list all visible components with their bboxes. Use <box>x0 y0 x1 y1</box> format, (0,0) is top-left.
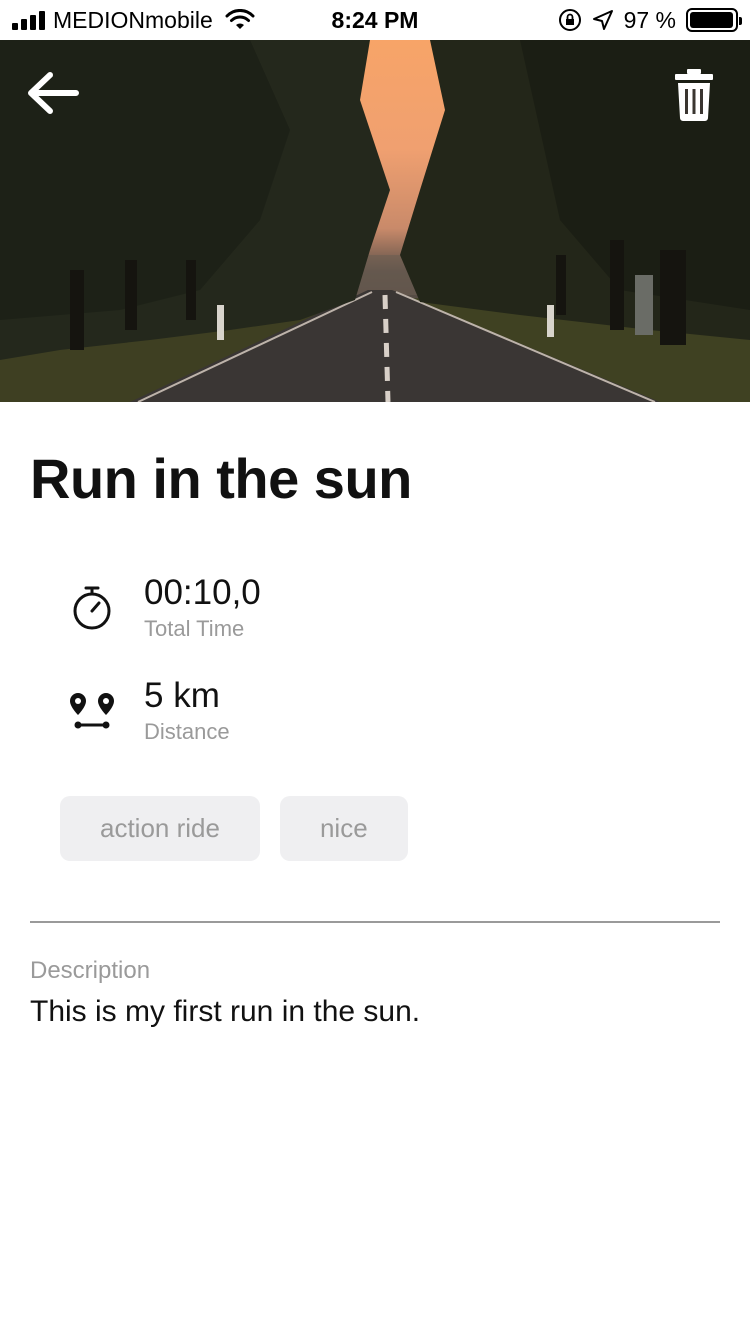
tag-chip[interactable]: action ride <box>60 796 260 861</box>
description-label: Description <box>30 957 151 984</box>
carrier-name: MEDIONmobile <box>53 6 213 33</box>
description-text: This is my first run in the sun. <box>30 995 421 1028</box>
battery-percentage: 97 % <box>623 6 676 33</box>
tag-list: action ride nice <box>60 796 408 861</box>
delete-button[interactable] <box>674 68 720 124</box>
total-time-value: 00:10,0 <box>144 573 261 612</box>
route-pins-icon <box>64 683 120 739</box>
road-sunset-illustration <box>0 40 750 402</box>
total-time-label: Total Time <box>144 616 245 641</box>
location-arrow-icon <box>592 10 613 30</box>
orientation-lock-icon <box>558 9 581 31</box>
wifi-icon <box>225 9 255 29</box>
trash-icon <box>675 69 713 121</box>
stopwatch-icon <box>64 580 120 636</box>
section-divider <box>30 921 720 923</box>
distance-value: 5 km <box>144 676 220 715</box>
status-bar: MEDIONmobile 8:24 PM 97 % <box>0 0 750 40</box>
arrow-left-icon <box>28 72 79 114</box>
stat-distance: 5 km Distance <box>64 677 230 745</box>
back-button[interactable] <box>26 70 84 122</box>
stat-total-time: 00:10,0 Total Time <box>64 574 261 642</box>
tag-chip[interactable]: nice <box>279 796 408 861</box>
signal-bars-icon <box>12 10 45 30</box>
battery-icon <box>686 8 742 32</box>
distance-label: Distance <box>144 719 230 744</box>
activity-title: Run in the sun <box>30 447 412 510</box>
hero-image <box>0 40 750 402</box>
